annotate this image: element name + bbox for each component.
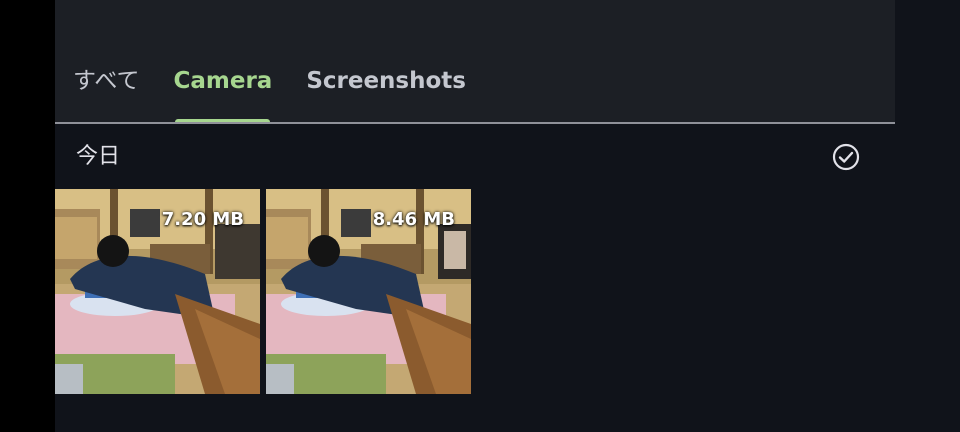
- top-app-bar: すべて Camera Screenshots: [55, 0, 895, 123]
- photo-thumbnail[interactable]: 7.20 MB: [55, 189, 260, 394]
- photo-thumbnail[interactable]: 8.46 MB: [266, 189, 471, 394]
- gallery-app: すべて Camera Screenshots 今日 7.20 MB 8.46 M…: [55, 0, 960, 432]
- tab-all[interactable]: すべて: [73, 60, 139, 102]
- check-circle-icon[interactable]: [831, 142, 861, 172]
- left-edge-bar: [0, 0, 55, 432]
- tab-camera[interactable]: Camera: [173, 60, 273, 123]
- tab-screenshots-label: Screenshots: [306, 68, 466, 94]
- tab-screenshots[interactable]: Screenshots: [306, 60, 466, 102]
- photo-size-label: 8.46 MB: [372, 209, 455, 230]
- tab-camera-label: Camera: [173, 68, 273, 94]
- right-gutter: [895, 0, 960, 432]
- tab-divider: [55, 122, 895, 124]
- tab-all-label: すべて: [73, 68, 140, 94]
- section-title-today: 今日: [76, 144, 121, 169]
- photo-grid: 7.20 MB 8.46 MB: [55, 189, 477, 394]
- photo-size-label: 7.20 MB: [161, 209, 244, 230]
- album-tabs: すべて Camera Screenshots: [73, 60, 500, 123]
